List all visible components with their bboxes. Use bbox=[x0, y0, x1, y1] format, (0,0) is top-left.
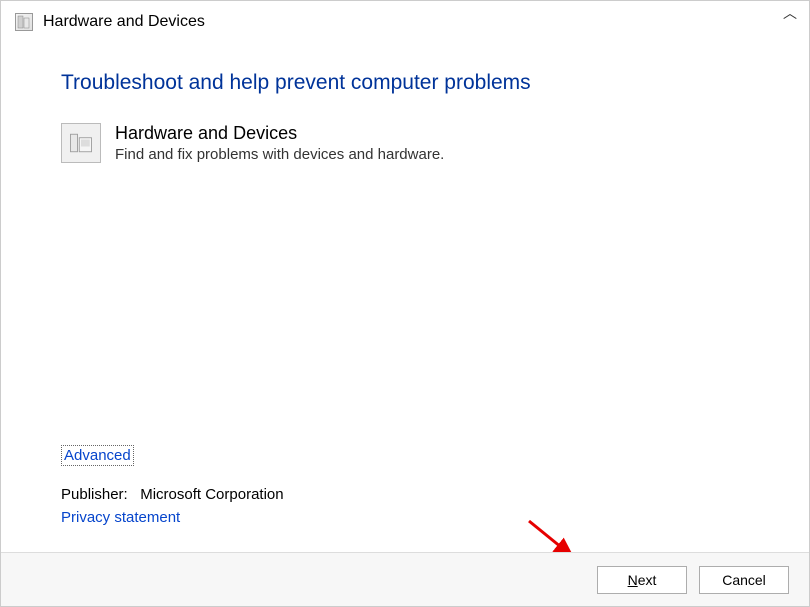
troubleshooter-item: Hardware and Devices Find and fix proble… bbox=[61, 123, 749, 163]
publisher-value: Microsoft Corporation bbox=[140, 486, 283, 503]
troubleshooter-title: Hardware and Devices bbox=[115, 123, 749, 144]
chevron-up-icon: ︿ bbox=[783, 3, 797, 23]
publisher-label: Publisher: bbox=[61, 486, 128, 503]
bottom-links: Advanced Publisher: Microsoft Corporatio… bbox=[61, 445, 284, 526]
publisher-info: Publisher: Microsoft Corporation bbox=[61, 486, 284, 503]
titlebar: Hardware and Devices bbox=[1, 1, 809, 43]
privacy-link[interactable]: Privacy statement bbox=[61, 509, 180, 526]
content-area: Troubleshoot and help prevent computer p… bbox=[1, 43, 809, 163]
troubleshooter-text: Hardware and Devices Find and fix proble… bbox=[115, 123, 749, 163]
cancel-button[interactable]: Cancel bbox=[699, 566, 789, 594]
page-heading: Troubleshoot and help prevent computer p… bbox=[61, 71, 749, 95]
footer: Next Cancel bbox=[1, 552, 809, 606]
next-button[interactable]: Next bbox=[597, 566, 687, 594]
troubleshooter-description: Find and fix problems with devices and h… bbox=[115, 146, 749, 163]
advanced-link[interactable]: Advanced bbox=[61, 445, 134, 466]
hardware-icon bbox=[61, 123, 101, 163]
window-title: Hardware and Devices bbox=[43, 13, 205, 31]
window-icon bbox=[15, 13, 33, 31]
